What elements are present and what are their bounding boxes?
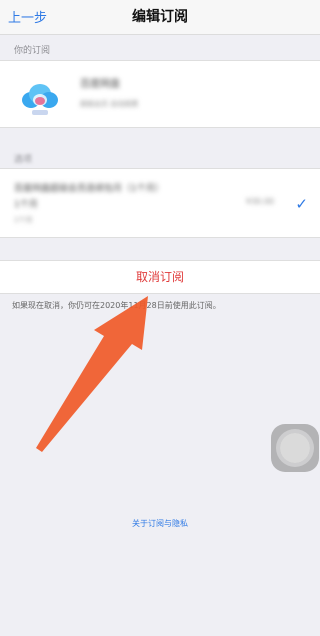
cancel-subscription-label: 取消订阅 (135, 270, 184, 284)
cancel-footnote: 如果现在取消，你仍可在2020年11月28日前使用此订阅。 (12, 301, 221, 310)
assistive-touch-button[interactable] (271, 424, 319, 472)
plan-name: 百度网盘超级会员连续包月（1个月） (14, 184, 164, 194)
app-name: 百度网盘 (80, 79, 120, 90)
checkmark-icon: ✓ (295, 195, 308, 213)
app-detail: 超级会员 自动续费 (80, 100, 139, 108)
page-title: 编辑订阅 (132, 9, 188, 25)
section-header-your-subscription: 你的订阅 (14, 46, 51, 56)
plan-option-row[interactable]: 百度网盘超级会员连续包月（1个月） 1个月 1个月 ¥30.00 ✓ (0, 168, 320, 238)
plan-price: ¥30.00 (246, 197, 274, 206)
nav-bar: 上一步 编辑订阅 (0, 0, 320, 35)
assistive-touch-icon (280, 433, 310, 463)
section-header-options: 选项 (14, 155, 33, 165)
plan-name-continued: 1个月 (14, 200, 38, 210)
plan-duration: 1个月 (14, 216, 33, 224)
app-icon (22, 84, 58, 115)
subscription-privacy-link[interactable]: 关于订阅与隐私 (0, 518, 320, 529)
cancel-subscription-button[interactable]: 取消订阅 (0, 260, 320, 294)
subscription-card[interactable]: 百度网盘 超级会员 自动续费 (0, 60, 320, 128)
